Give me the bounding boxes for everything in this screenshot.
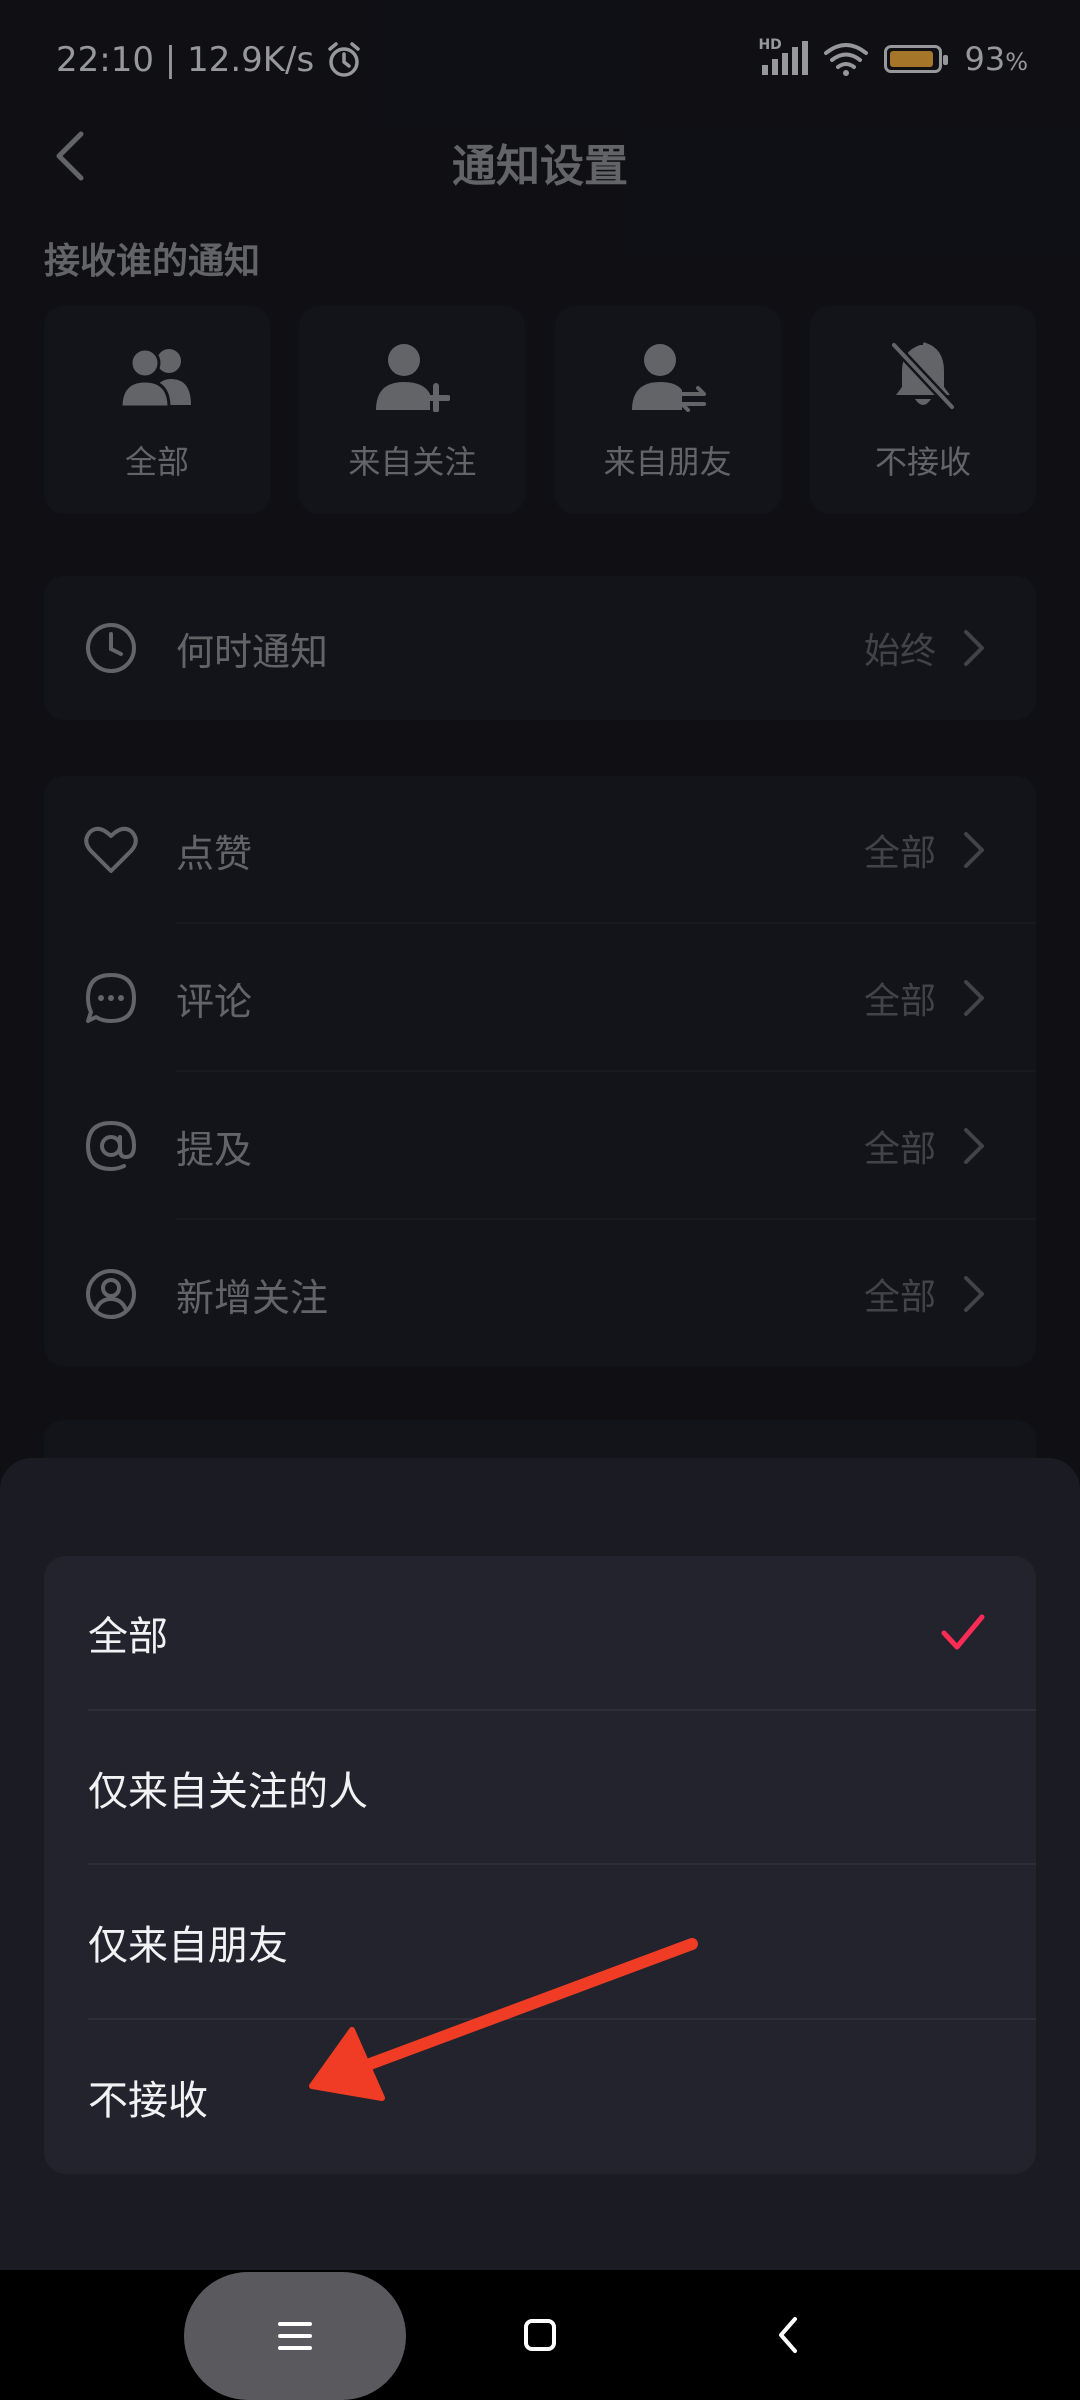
check-icon	[941, 1614, 985, 1650]
nav-recents-button[interactable]	[184, 2272, 406, 2400]
sheet-option-label: 仅来自关注的人	[88, 1768, 368, 1815]
nav-home-button[interactable]	[490, 2270, 590, 2400]
menu-icon	[278, 2322, 312, 2350]
sheet-option-following-only[interactable]: 仅来自关注的人	[44, 1711, 1036, 1865]
bottom-sheet: 全部 仅来自关注的人 仅来自朋友 不接收	[0, 1458, 1080, 2270]
sheet-option-all[interactable]: 全部	[44, 1556, 1036, 1711]
sheet-option-label: 全部	[88, 1614, 168, 1661]
sheet-option-list: 全部 仅来自关注的人 仅来自朋友 不接收	[44, 1556, 1036, 2174]
sheet-option-label: 不接收	[88, 2077, 208, 2124]
notification-settings-page: 22:10 | 12.9K/s HD 93% 通知设置 接收谁的通知 全部 来自…	[0, 0, 1080, 2270]
square-icon	[524, 2319, 556, 2351]
sheet-option-label: 仅来自朋友	[88, 1923, 288, 1970]
nav-back-button[interactable]	[738, 2270, 838, 2400]
sheet-option-friends-only[interactable]: 仅来自朋友	[44, 1865, 1036, 2020]
chevron-left-icon	[779, 2317, 797, 2353]
sheet-option-none[interactable]: 不接收	[44, 2020, 1036, 2175]
system-nav-bar	[0, 2270, 1080, 2400]
